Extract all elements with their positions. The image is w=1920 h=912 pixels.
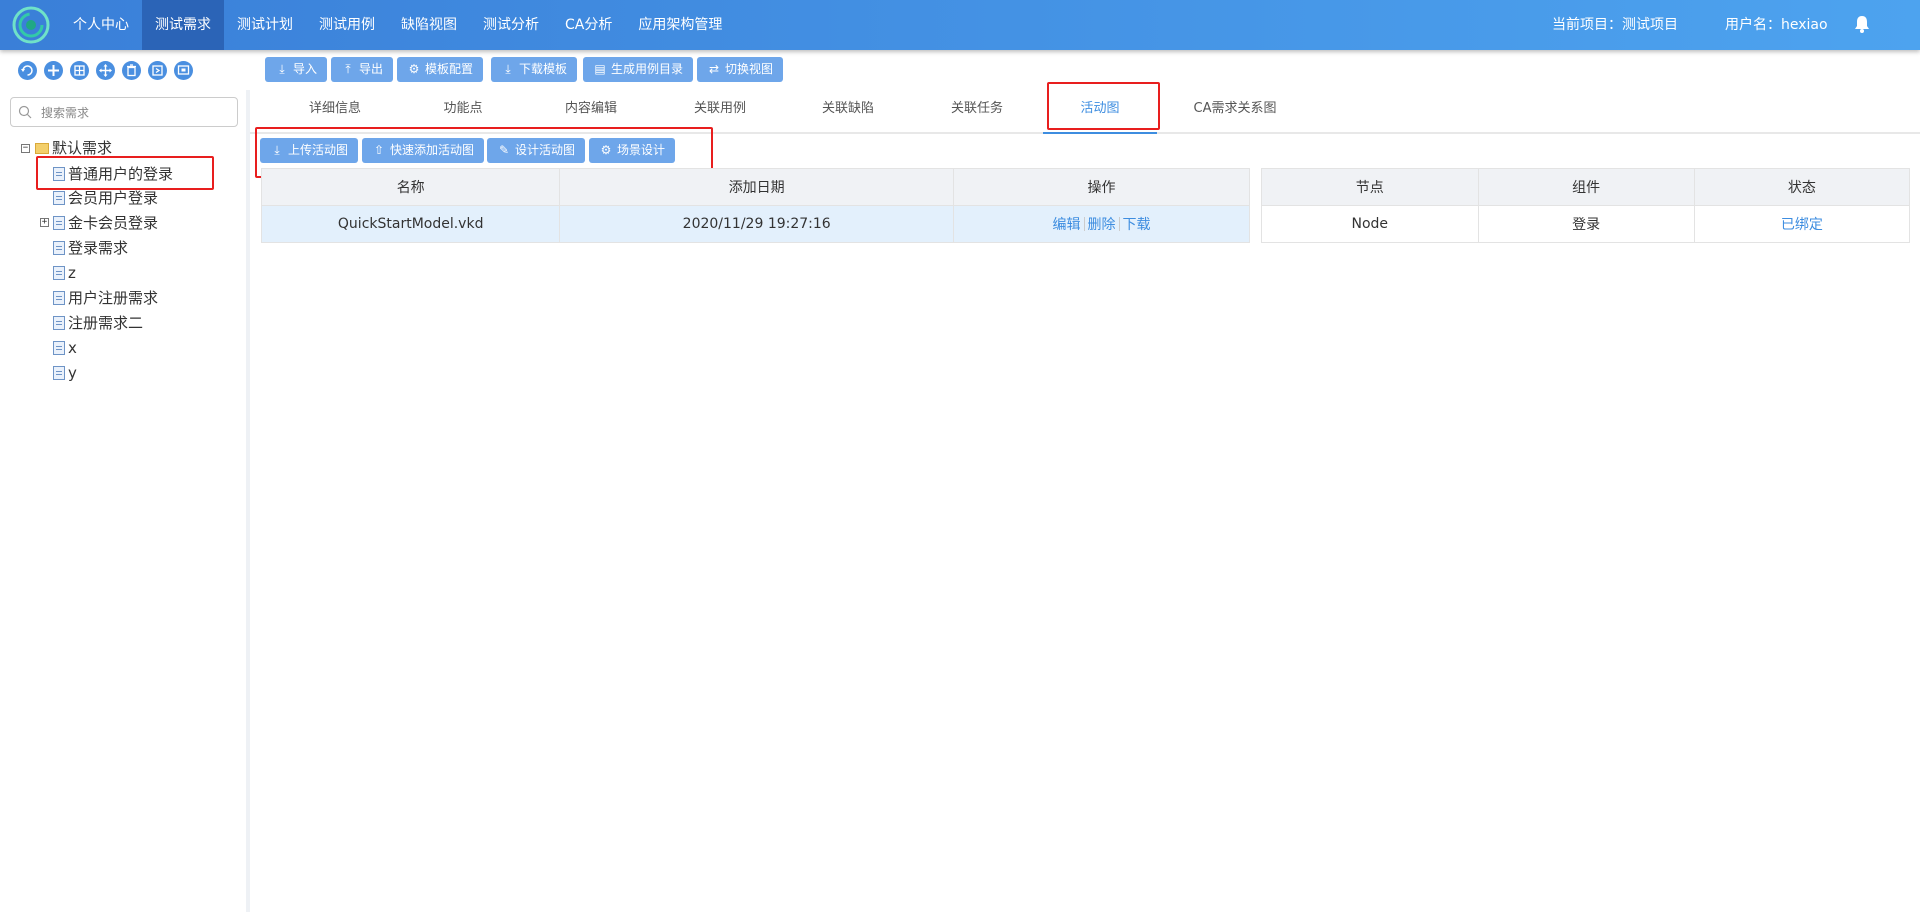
grid-icon[interactable] xyxy=(70,61,89,80)
tree-item-y[interactable]: y xyxy=(53,362,77,384)
generate-case-dir-button[interactable]: ▤ 生成用例目录 xyxy=(583,57,694,82)
tree-item-gold-member-login[interactable]: 金卡会员登录 xyxy=(53,212,158,234)
tab-linked-defects[interactable]: 关联缺陷 xyxy=(803,92,893,132)
column-header-node: 节点 xyxy=(1261,168,1479,206)
node-cell: Node xyxy=(1261,205,1479,243)
highlight-box-selected-item xyxy=(36,156,214,190)
status-cell: 已绑定 xyxy=(1693,205,1911,243)
document-icon xyxy=(53,366,65,380)
component-cell: 登录 xyxy=(1477,205,1695,243)
upload-icon: ⤒ xyxy=(345,62,351,76)
tab-ca-relation-diagram[interactable]: CA需求关系图 xyxy=(1180,92,1290,132)
add-icon[interactable] xyxy=(44,61,63,80)
app-logo[interactable] xyxy=(12,6,50,44)
tree-item-login-requirement[interactable]: 登录需求 xyxy=(53,237,128,259)
operations-cell: 编辑 删除 下载 xyxy=(953,205,1250,243)
tree-item-user-registration[interactable]: 用户注册需求 xyxy=(53,287,158,309)
document-icon xyxy=(53,241,65,255)
activity-diagram-table: 名称 添加日期 操作 QuickStartModel.vkd 2020/11/2… xyxy=(260,168,1250,243)
username-label[interactable]: 用户名：hexiao xyxy=(1725,0,1828,50)
nav-item-personal-center[interactable]: 个人中心 xyxy=(60,0,142,50)
nav-item-defect-view[interactable]: 缺陷视图 xyxy=(388,0,470,50)
expand-toggle-icon[interactable]: + xyxy=(40,218,49,227)
document-icon: ▤ xyxy=(594,62,606,76)
column-header-name[interactable]: 名称 xyxy=(260,168,561,206)
delete-link[interactable]: 删除 xyxy=(1088,217,1116,233)
document-icon xyxy=(53,316,65,330)
tree-item-registration-two[interactable]: 注册需求二 xyxy=(53,312,143,334)
screen-icon[interactable] xyxy=(174,61,193,80)
document-icon xyxy=(53,216,65,230)
move-icon[interactable] xyxy=(96,61,115,80)
add-date-cell: 2020/11/29 19:27:16 xyxy=(559,205,955,243)
column-header-operations: 操作 xyxy=(953,168,1250,206)
column-header-component: 组件 xyxy=(1477,168,1695,206)
top-nav-bar: 个人中心 测试需求 测试计划 测试用例 缺陷视图 测试分析 CA分析 应用架构管… xyxy=(0,0,1920,50)
column-header-status: 状态 xyxy=(1693,168,1911,206)
nav-item-test-requirements[interactable]: 测试需求 xyxy=(142,0,224,50)
document-icon xyxy=(53,341,65,355)
nav-item-test-cases[interactable]: 测试用例 xyxy=(306,0,388,50)
table-row[interactable]: QuickStartModel.vkd 2020/11/29 19:27:16 … xyxy=(260,205,1250,243)
edit-link[interactable]: 编辑 xyxy=(1053,217,1081,233)
nav-item-test-analysis[interactable]: 测试分析 xyxy=(470,0,552,50)
template-config-button[interactable]: ⚙ 模板配置 xyxy=(397,57,484,82)
tab-content-edit[interactable]: 内容编辑 xyxy=(546,92,636,132)
search-requirement-field[interactable] xyxy=(10,97,238,127)
search-icon xyxy=(18,105,32,119)
divider xyxy=(1083,217,1085,231)
document-icon xyxy=(53,266,65,280)
nav-item-test-plan[interactable]: 测试计划 xyxy=(224,0,306,50)
download-template-button[interactable]: ⤓ 下载模板 xyxy=(491,57,578,82)
tab-function-points[interactable]: 功能点 xyxy=(418,92,508,132)
current-project-label: 当前项目：测试项目 xyxy=(1552,17,1678,33)
folder-icon xyxy=(35,143,49,154)
import-icon: ⤓ xyxy=(279,62,285,76)
column-header-add-date[interactable]: 添加日期 xyxy=(559,168,955,206)
file-name-cell: QuickStartModel.vkd xyxy=(260,205,561,243)
tree-item-x[interactable]: x xyxy=(53,337,77,359)
refresh-icon[interactable] xyxy=(18,61,37,80)
export-icon[interactable] xyxy=(148,61,167,80)
divider xyxy=(1118,217,1120,231)
document-icon xyxy=(53,191,65,205)
export-button[interactable]: ⤒ 导出 xyxy=(331,57,394,82)
table-row[interactable]: Node 登录 已绑定 xyxy=(1261,205,1911,243)
tab-linked-tasks[interactable]: 关联任务 xyxy=(932,92,1022,132)
download-link[interactable]: 下载 xyxy=(1123,217,1151,233)
download-icon: ⤓ xyxy=(505,62,511,76)
switch-view-button[interactable]: ⇄ 切换视图 xyxy=(697,57,784,82)
tab-details[interactable]: 详细信息 xyxy=(290,92,380,132)
delete-icon[interactable] xyxy=(122,61,141,80)
highlight-box-active-tab xyxy=(1047,82,1160,130)
node-binding-table: 节点 组件 状态 Node 登录 已绑定 xyxy=(1261,168,1911,243)
import-button[interactable]: ⤓ 导入 xyxy=(265,57,328,82)
bell-icon[interactable] xyxy=(1852,14,1872,34)
nav-item-ca-analysis[interactable]: CA分析 xyxy=(552,0,625,50)
tree-item-member-login[interactable]: 会员用户登录 xyxy=(53,187,158,209)
nav-item-app-architecture[interactable]: 应用架构管理 xyxy=(625,0,735,50)
gear-icon: ⚙ xyxy=(408,62,420,76)
switch-icon: ⇄ xyxy=(708,62,720,76)
collapse-toggle-icon[interactable]: − xyxy=(21,144,30,153)
document-icon xyxy=(53,291,65,305)
search-input[interactable] xyxy=(39,103,233,123)
tree-item-z[interactable]: z xyxy=(53,262,76,284)
panel-splitter[interactable] xyxy=(246,90,250,912)
tab-linked-cases[interactable]: 关联用例 xyxy=(675,92,765,132)
status-bound-link[interactable]: 已绑定 xyxy=(1781,217,1823,233)
